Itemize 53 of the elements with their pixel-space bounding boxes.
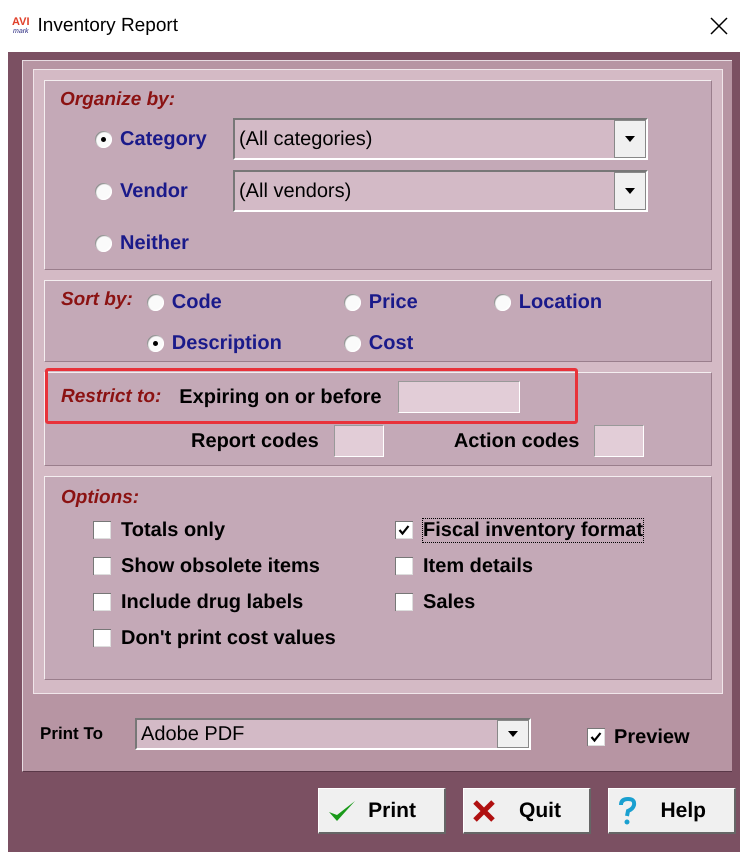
group-label: Organize by: [60, 89, 176, 110]
radio-button[interactable] [146, 334, 164, 352]
field-label: Print To [40, 724, 104, 744]
radio-label[interactable]: Vendor [120, 180, 225, 202]
quit-button[interactable]: Quit [463, 788, 591, 834]
checkbox-label[interactable]: Sales [422, 590, 476, 614]
radio-button[interactable] [146, 294, 164, 310]
checkbox-label[interactable]: Show obsolete items [120, 554, 321, 578]
help-button[interactable]: Help [608, 788, 736, 834]
radio-button[interactable] [344, 334, 361, 352]
radio-button[interactable] [95, 182, 112, 200]
radio-label[interactable]: Description [172, 332, 282, 354]
radio-button[interactable] [494, 294, 511, 310]
dropdown[interactable]: (All vendors) [233, 170, 648, 212]
checkbox-label[interactable]: Don't print cost values [120, 626, 337, 650]
radio-label[interactable]: Code [172, 290, 222, 314]
checkbox-label[interactable]: Include drug labels [120, 590, 304, 614]
radio-button[interactable] [95, 234, 112, 252]
checkbox[interactable] [93, 629, 111, 647]
checkbox[interactable] [93, 557, 111, 575]
checkbox[interactable] [93, 521, 111, 539]
checkbox-label[interactable]: Item details [422, 554, 534, 578]
group-label: Options: [61, 487, 140, 508]
radio-label[interactable]: Price [368, 290, 418, 314]
field-label: Report codes [191, 430, 319, 452]
checkbox[interactable] [93, 593, 111, 611]
question-mark-icon [617, 796, 637, 824]
input-field[interactable] [594, 425, 644, 457]
input-field[interactable] [334, 425, 384, 457]
radio-label[interactable]: Location [518, 290, 602, 314]
checkbox[interactable] [395, 557, 413, 575]
dropdown[interactable]: (All categories) [233, 118, 648, 160]
close-icon[interactable] [710, 17, 728, 35]
window-title: Inventory Report [38, 15, 179, 37]
checkbox-label[interactable]: Totals only [120, 518, 226, 542]
dropdown[interactable]: Adobe PDF [135, 718, 531, 750]
radio-label[interactable]: Category [120, 128, 225, 150]
print-button[interactable]: Print [318, 788, 446, 834]
checkbox[interactable] [395, 593, 413, 611]
radio-label[interactable]: Cost [368, 332, 414, 354]
checkbox-label[interactable]: Preview [613, 724, 691, 750]
checkbox-label[interactable]: Fiscal inventory format [422, 518, 644, 542]
radio-button[interactable] [344, 294, 361, 310]
checkbox[interactable] [395, 521, 413, 539]
field-label: Expiring on or before [179, 386, 382, 408]
field-label: Action codes [454, 430, 580, 452]
radio-button[interactable] [95, 130, 112, 148]
checkbox[interactable] [587, 728, 605, 746]
group-label: Sort by: [61, 289, 133, 312]
radio-label[interactable]: Neither [120, 232, 225, 254]
group-label: Restrict to: [61, 386, 162, 408]
cross-icon [472, 798, 496, 822]
input-field[interactable] [398, 381, 520, 413]
